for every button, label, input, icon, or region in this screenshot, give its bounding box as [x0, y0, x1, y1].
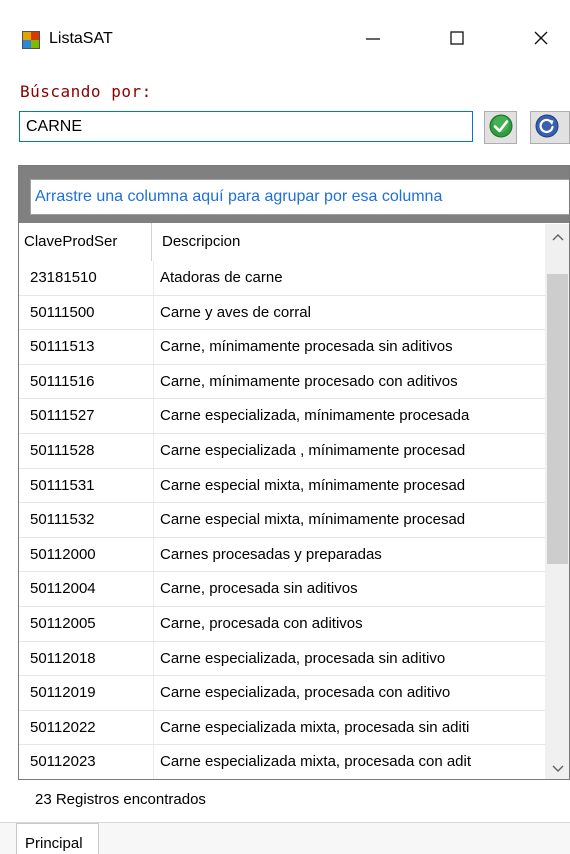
table-row[interactable]: 23181510 Atadoras de carne: [19, 261, 545, 296]
search-reset-button[interactable]: [530, 111, 570, 144]
table-row[interactable]: 50111500 Carne y aves de corral: [19, 295, 545, 331]
column-divider: [153, 745, 154, 779]
minimize-icon: [365, 30, 381, 50]
table-row[interactable]: 50112018 Carne especializada, procesada s…: [19, 641, 545, 677]
cell-descripcion: Atadoras de carne: [160, 269, 283, 286]
cell-descripcion: Carne especializada mixta, procesada con…: [160, 753, 472, 771]
table-row[interactable]: 50111513 Carne, mínimamente procesada sin…: [19, 330, 545, 365]
column-divider: [153, 433, 154, 468]
cell-claveprodser: 50112004: [30, 580, 96, 598]
table-row[interactable]: 50112022 Carne especializada mixta, proce…: [19, 710, 545, 746]
maximize-icon: [449, 30, 465, 50]
table-row[interactable]: 50111531 Carne especial mixta, mínimament…: [19, 468, 545, 504]
chevron-down-icon: [552, 760, 564, 777]
column-divider: [153, 364, 154, 399]
column-header-descripcion[interactable]: Descripcion: [162, 223, 542, 261]
cell-descripcion: Carne, procesada sin aditivos: [160, 580, 358, 598]
table-row[interactable]: 50111532 Carne especial mixta, mínimament…: [19, 503, 545, 538]
group-by-panel[interactable]: Arrastre una columna aquí para agrupar p…: [19, 166, 569, 223]
table-row[interactable]: 50111527 Carne especializada, mínimamente…: [19, 399, 545, 434]
cell-claveprodser: 50111527: [30, 407, 95, 425]
table-row[interactable]: 50112000 Carnes procesadas y preparadas: [19, 537, 545, 573]
cell-descripcion: Carne y aves de corral: [160, 303, 311, 321]
cell-claveprodser: 23181510: [30, 269, 97, 286]
cell-descripcion: Carne especializada mixta, procesada sin…: [160, 718, 470, 736]
grid-rows: 23181510 Atadoras de carne 50111500 Carne y…: [19, 261, 545, 779]
close-button[interactable]: [516, 20, 566, 60]
scroll-up-button[interactable]: [545, 224, 569, 248]
table-row[interactable]: 50112023 Carne especializada mixta, proce…: [19, 745, 545, 779]
table-row[interactable]: 50111516 Carne, mínimamente procesado con…: [19, 364, 545, 400]
cell-descripcion: Carne especializada, procesada sin aditi…: [160, 649, 446, 667]
window-app-icon: [22, 31, 40, 49]
scroll-thumb[interactable]: [547, 274, 568, 564]
records-found-status: 23 Registros encontrados: [35, 791, 206, 808]
column-header-claveprodser[interactable]: ClaveProdSer: [24, 223, 152, 261]
minimize-button[interactable]: [348, 20, 398, 60]
cell-descripcion: Carne especial mixta, mínimamente proces…: [160, 476, 466, 494]
grid-header: ClaveProdSer Descripcion: [19, 223, 569, 261]
cell-descripcion: Carne, mínimamente procesado con aditivo…: [160, 372, 458, 390]
tab-strip: Principal: [0, 822, 570, 854]
column-divider: [153, 468, 154, 503]
cell-claveprodser: 50112005: [30, 614, 96, 632]
cell-claveprodser: 50112000: [30, 545, 96, 563]
cell-claveprodser: 50111532: [30, 511, 95, 529]
search-ok-button[interactable]: [484, 111, 517, 144]
tab-principal[interactable]: Principal: [16, 823, 99, 854]
table-row[interactable]: 50112004 Carne, procesada sin aditivos: [19, 572, 545, 607]
column-divider: [153, 676, 154, 711]
column-divider: [153, 503, 154, 538]
title-bar: ListaSAT: [0, 0, 570, 78]
window-title: ListaSAT: [49, 30, 113, 47]
close-icon: [533, 30, 549, 50]
cell-claveprodser: 50112023: [30, 753, 96, 771]
cell-claveprodser: 50111516: [30, 372, 95, 390]
cell-descripcion: Carne especializada, mínimamente procesa…: [160, 407, 470, 425]
column-divider: [153, 641, 154, 676]
vertical-scrollbar[interactable]: [545, 224, 569, 779]
chevron-up-icon: [552, 228, 564, 245]
cell-claveprodser: 50112018: [30, 649, 96, 667]
table-row[interactable]: 50112005 Carne, procesada con aditivos: [19, 606, 545, 642]
search-label: Búscando por:: [20, 82, 152, 101]
cell-descripcion: Carne, mínimamente procesada sin aditivo…: [160, 338, 453, 356]
search-input[interactable]: [19, 111, 473, 142]
column-divider: [153, 572, 154, 607]
column-divider: [153, 295, 154, 330]
green-check-icon: [489, 114, 513, 142]
column-divider: [153, 261, 154, 295]
column-divider: [153, 606, 154, 641]
maximize-button[interactable]: [432, 20, 482, 60]
cell-claveprodser: 50111531: [30, 476, 95, 494]
table-row[interactable]: 50112019 Carne especializada, procesada c…: [19, 676, 545, 711]
blue-refresh-icon: [535, 114, 559, 142]
cell-claveprodser: 50111513: [30, 338, 95, 356]
cell-descripcion: Carne especial mixta, mínimamente proces…: [160, 511, 466, 529]
scroll-down-button[interactable]: [545, 756, 569, 779]
cell-descripcion: Carnes procesadas y preparadas: [160, 545, 382, 563]
cell-claveprodser: 50112022: [30, 718, 96, 736]
cell-descripcion: Carne, procesada con aditivos: [160, 614, 363, 632]
cell-claveprodser: 50112019: [30, 684, 96, 702]
column-divider: [153, 399, 154, 434]
cell-descripcion: Carne especializada , mínimamente proces…: [160, 441, 466, 459]
table-row[interactable]: 50111528 Carne especializada , mínimament…: [19, 433, 545, 469]
column-divider: [153, 537, 154, 572]
cell-claveprodser: 50111500: [30, 303, 95, 321]
cell-claveprodser: 50111528: [30, 441, 95, 459]
results-grid[interactable]: Arrastre una columna aquí para agrupar p…: [18, 165, 570, 780]
column-divider: [153, 330, 154, 365]
cell-descripcion: Carne especializada, procesada con aditi…: [160, 684, 451, 702]
group-by-hint: Arrastre una columna aquí para agrupar p…: [30, 179, 569, 215]
column-divider: [153, 710, 154, 745]
